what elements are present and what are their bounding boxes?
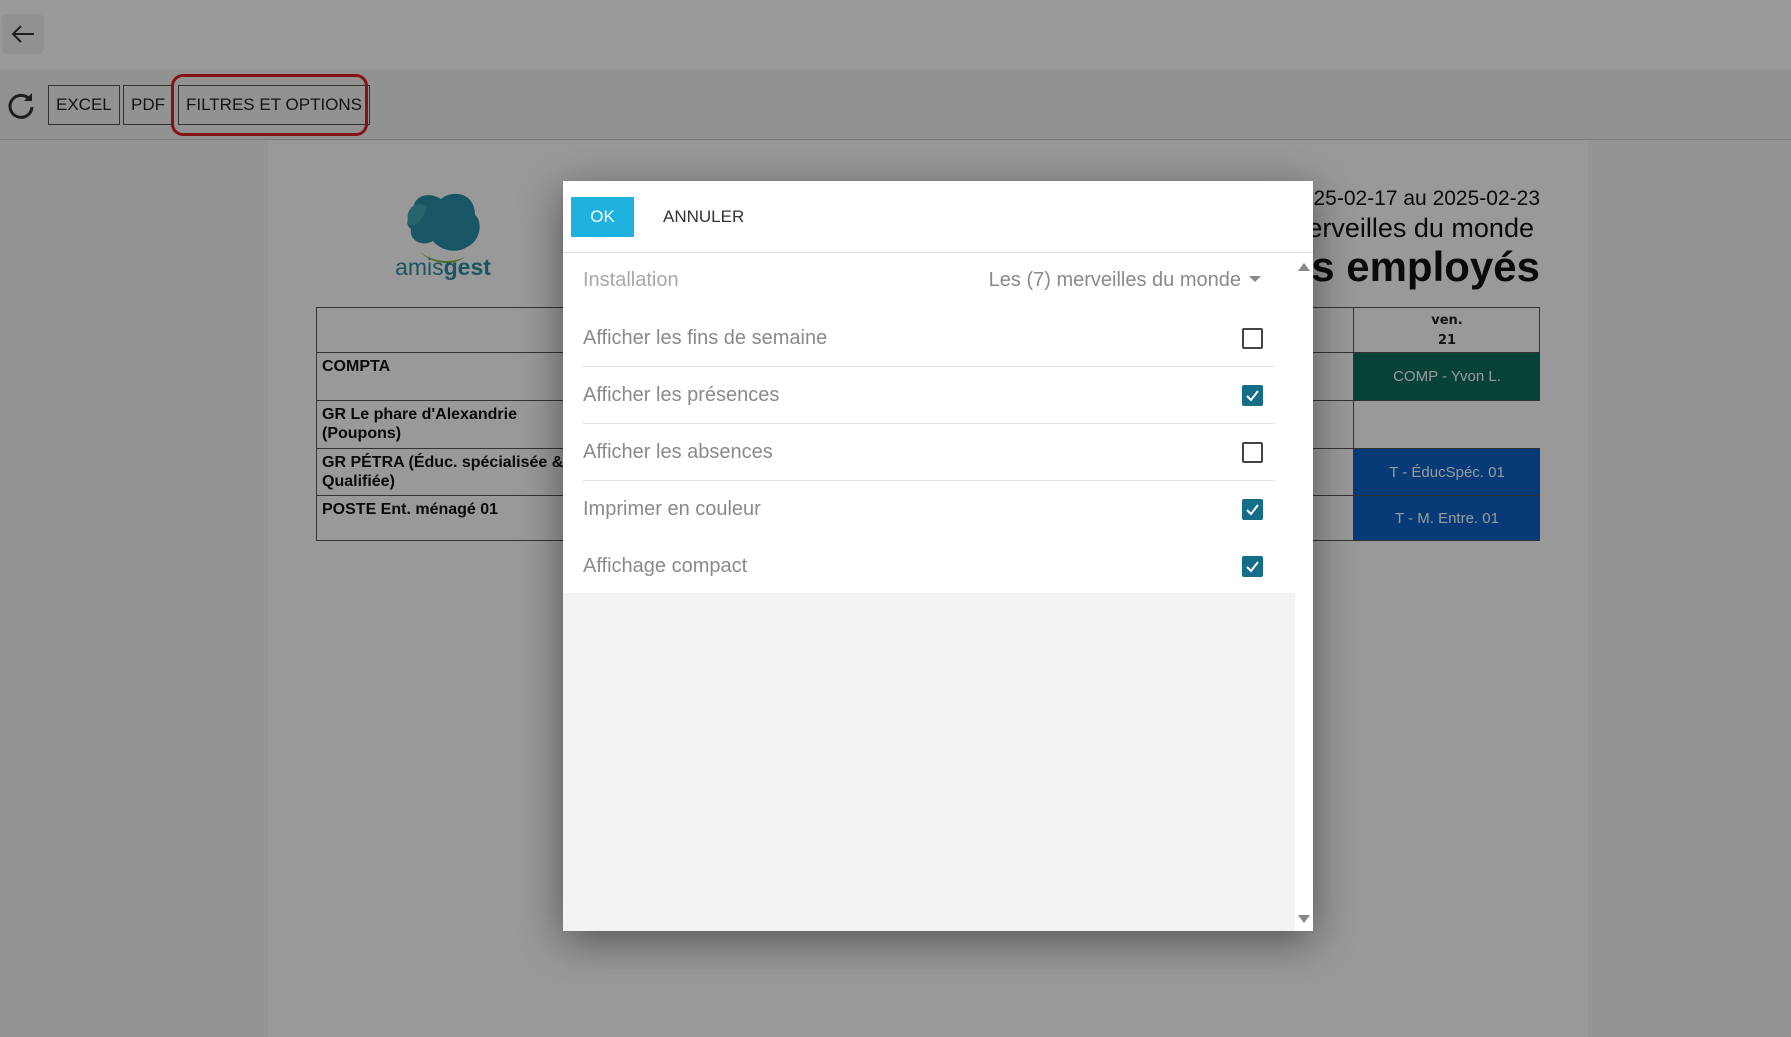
option-label: Afficher les fins de semaine — [583, 327, 828, 349]
checkmark-icon — [1246, 561, 1259, 573]
scroll-down-icon[interactable] — [1298, 915, 1310, 923]
dialog-body: Installation Les (7) merveilles du monde… — [563, 253, 1295, 931]
option-label: Afficher les présences — [583, 384, 780, 406]
option-show-presences: Afficher les présences — [583, 367, 1275, 424]
checkbox[interactable] — [1242, 385, 1263, 406]
installation-select[interactable]: Les (7) merveilles du monde — [989, 269, 1261, 292]
caret-down-icon — [1249, 275, 1261, 282]
scroll-up-icon[interactable] — [1298, 263, 1310, 271]
dialog-action-bar: OK ANNULER — [563, 181, 1313, 253]
checkmark-icon — [1246, 504, 1259, 516]
checkbox[interactable] — [1242, 499, 1263, 520]
cancel-button[interactable]: ANNULER — [663, 197, 744, 237]
installation-row: Installation Les (7) merveilles du monde — [583, 253, 1275, 310]
ok-button[interactable]: OK — [571, 197, 634, 237]
dialog-scrollbar[interactable] — [1295, 253, 1313, 931]
installation-value: Les (7) merveilles du monde — [988, 269, 1241, 291]
options-panel: Installation Les (7) merveilles du monde… — [563, 253, 1295, 593]
filters-options-dialog: OK ANNULER Installation Les (7) merveill… — [563, 181, 1313, 931]
checkmark-icon — [1246, 390, 1259, 402]
option-label: Imprimer en couleur — [583, 498, 761, 520]
option-show-absences: Afficher les absences — [583, 424, 1275, 481]
option-label: Afficher les absences — [583, 441, 773, 463]
installation-label: Installation — [583, 269, 679, 291]
option-label: Affichage compact — [583, 555, 748, 577]
checkbox[interactable] — [1242, 328, 1263, 349]
checkbox[interactable] — [1242, 442, 1263, 463]
checkbox[interactable] — [1242, 556, 1263, 577]
option-print-color: Imprimer en couleur — [583, 481, 1275, 538]
option-show-weekends: Afficher les fins de semaine — [583, 310, 1275, 367]
option-compact-display: Affichage compact — [583, 538, 1275, 595]
